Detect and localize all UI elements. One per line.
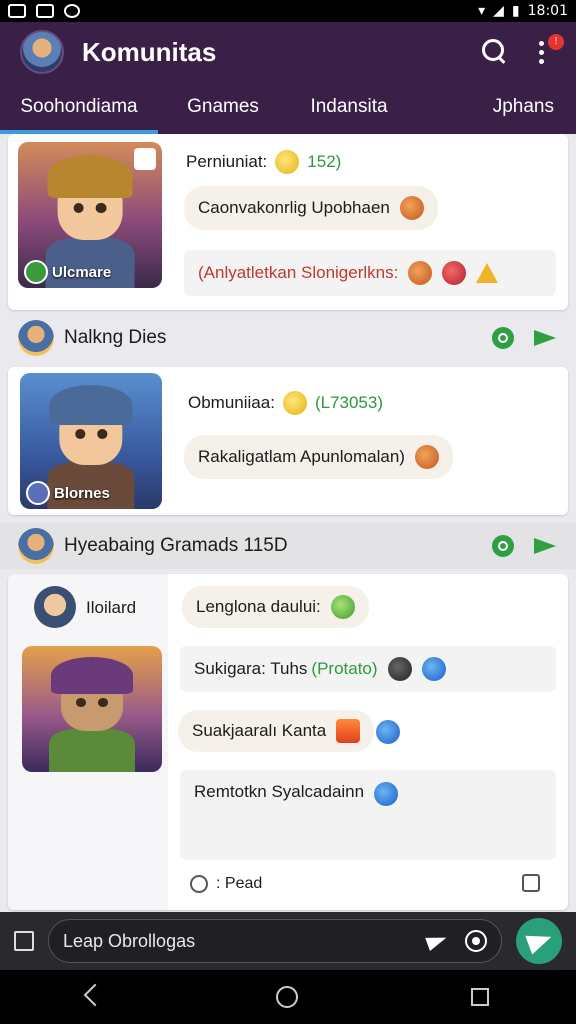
avatar[interactable] (18, 528, 54, 564)
game-thumbnail[interactable] (22, 646, 162, 772)
message-bubble[interactable]: Suakjaaralı Kanta (178, 710, 375, 752)
search-icon[interactable] (482, 39, 508, 65)
chat-card[interactable]: Iloilard Lenglona daului: Sukigara: Tuhs… (8, 574, 568, 910)
user-name: Iloilard (86, 596, 136, 620)
back-icon[interactable] (87, 987, 103, 1007)
menu-icon[interactable] (14, 931, 34, 951)
more-options-icon[interactable]: ! (534, 34, 564, 66)
tab-gnames[interactable]: Gnames (158, 82, 288, 134)
stat-label: Obmuniiaa: (188, 393, 275, 412)
stat-value: 152) (307, 152, 342, 171)
message-text: Suakjaaralı Kanta (192, 721, 327, 740)
message-bubble[interactable]: Remtotkn Syalcadainn (180, 770, 556, 860)
copy-icon[interactable] (522, 874, 540, 892)
hero-illustration (43, 657, 141, 772)
post-card[interactable]: Blornes Obmuniiaa: (L73053) Rakaligatlam… (8, 367, 568, 515)
wifi-icon: ▾ (478, 3, 486, 19)
attach-icon[interactable] (190, 875, 208, 893)
message-bubble[interactable]: Rakaligatlam Apunlomalan) (184, 435, 453, 479)
smiley-icon (275, 150, 300, 174)
section-header: Nalkng Dies (0, 315, 576, 361)
tab-indansita[interactable]: Indansita (288, 82, 410, 134)
system-nav-bar (0, 970, 576, 1024)
app-bar: Komunitas ! (0, 22, 576, 82)
message-composer (0, 912, 576, 970)
status-bar: ▾ ◢ ▮ 18:01 (0, 0, 576, 22)
music-emoji-icon (374, 782, 399, 806)
message-highlight: (Protato) (311, 659, 378, 678)
face-emoji-icon (387, 657, 412, 681)
message-text: Sukigara: Tuhs (194, 659, 308, 678)
message-bubble[interactable]: Sukigara: Tuhs (Protato) (180, 646, 556, 692)
camera-icon[interactable] (465, 930, 487, 952)
home-icon[interactable] (275, 986, 298, 1008)
send-button[interactable] (516, 918, 562, 964)
notification-badge: ! (548, 34, 564, 50)
game-thumbnail[interactable]: Ulcmare (18, 142, 162, 288)
message-text: Lenglona daului: (196, 597, 321, 616)
gallery-icon (8, 4, 26, 18)
game-thumbnail[interactable]: Blornes (20, 373, 162, 509)
smiley-icon (282, 391, 307, 415)
stat-line: Perniuniat: 152) (186, 150, 341, 174)
refresh-icon[interactable] (492, 535, 514, 557)
location-icon[interactable] (427, 932, 449, 950)
blue-emoji-icon (376, 720, 400, 744)
section-title: Nalkng Dies (64, 327, 167, 348)
status-time: 18:01 (527, 3, 568, 19)
message-bubble[interactable]: Caonvakonrlig Upobhaen (184, 186, 438, 230)
message-bubble[interactable]: Lenglona daului: (182, 586, 369, 628)
orange-emoji-icon (408, 261, 433, 285)
tab-bar: Soohondiama Gnames Indansita Jphans (0, 82, 576, 134)
refresh-icon[interactable] (492, 327, 514, 349)
message-text: Remtotkn Syalcadainn (194, 782, 365, 801)
avatar[interactable] (18, 320, 54, 356)
tab-jphans[interactable]: Jphans (410, 82, 576, 134)
post-card[interactable]: Ulcmare Perniuniat: 152) Caonvakonrlig U… (8, 134, 568, 310)
community-avatar[interactable] (20, 30, 64, 74)
gift-icon (336, 719, 361, 743)
stat-value: (L73053) (314, 393, 383, 412)
game-icon (26, 481, 50, 505)
message-input[interactable] (63, 930, 417, 952)
user-name-text: Iloilard (86, 598, 137, 617)
message-text: Caonvakonrlig Upobhaen (198, 198, 390, 217)
fire-emoji-icon (414, 445, 439, 469)
sync-icon (64, 4, 80, 18)
warning-icon (476, 263, 499, 283)
orange-emoji-icon (399, 196, 424, 220)
app-title: Komunitas (82, 36, 217, 67)
thumbnail-label: Blornes (54, 484, 110, 502)
red-emoji-icon (442, 261, 467, 285)
battery-icon: ▮ (511, 3, 520, 19)
send-icon[interactable] (534, 536, 558, 556)
message-field (48, 919, 502, 963)
message-bubble[interactable]: (Anlyatletkan Slonigerlkns: (184, 250, 556, 296)
tab-soohondiama[interactable]: Soohondiama (0, 82, 158, 134)
stat-line: Obmuniiaa: (L73053) (188, 391, 383, 415)
message-text: (Anlyatletkan Slonigerlkns: (198, 263, 399, 282)
blue-emoji-icon (421, 657, 446, 681)
app-notification-icon (36, 4, 54, 18)
signal-icon: ◢ (493, 3, 504, 19)
section-title: Hyeabaing Gramads 115D (64, 535, 288, 556)
thumbnail-label: Ulcmare (52, 263, 112, 281)
send-icon[interactable] (534, 328, 558, 348)
chat-footer: : Pead (190, 872, 262, 896)
stat-label: Perniuniat: (186, 152, 268, 171)
message-text: Rakaligatlam Apunlomalan) (198, 447, 405, 466)
expand-icon[interactable] (134, 148, 156, 170)
recent-apps-icon[interactable] (471, 988, 490, 1006)
user-avatar[interactable] (34, 586, 76, 628)
section-header: Hyeabaing Gramads 115D (0, 523, 576, 569)
footer-text: : Pead (216, 875, 263, 892)
green-emoji-icon (330, 595, 355, 619)
game-icon (24, 260, 48, 284)
